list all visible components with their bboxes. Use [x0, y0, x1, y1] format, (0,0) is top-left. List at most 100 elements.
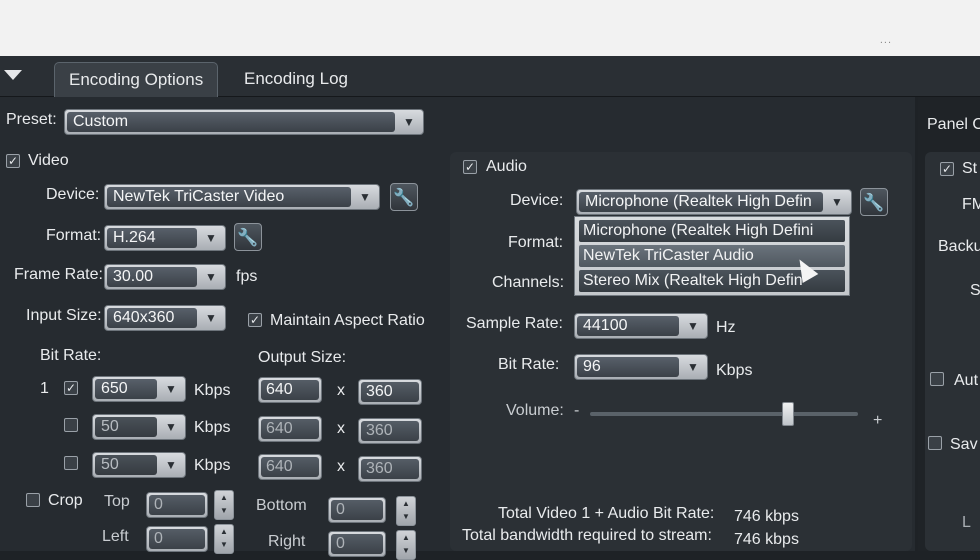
crop-right-label: Right [268, 533, 306, 550]
crop-bottom-value: 0 [331, 500, 383, 520]
volume-minus: - [574, 402, 580, 419]
bitrate-select[interactable]: 50 ▼ [92, 414, 186, 440]
audio-device-select[interactable]: Microphone (Realtek High Defin ▼ [576, 189, 852, 215]
audio-bit-rate-label: Bit Rate: [498, 356, 560, 373]
input-size-label: Input Size: [26, 307, 102, 324]
collapse-arrow-icon[interactable] [4, 70, 22, 80]
chevron-down-icon: ▼ [205, 311, 217, 325]
chevron-down-icon: ▼ [359, 190, 371, 204]
sample-rate-select[interactable]: 44100 ▼ [574, 313, 708, 339]
audio-device-config-button[interactable]: 🔧 [860, 188, 888, 216]
output-width-field[interactable]: 640 [258, 454, 322, 480]
bitrate-row-checkbox[interactable] [64, 418, 78, 432]
video-device-select[interactable]: NewTek TriCaster Video ▼ [104, 184, 380, 210]
volume-label: Volume: [506, 402, 564, 419]
chevron-down-icon: ▼ [687, 360, 699, 374]
maintain-aspect-checkbox[interactable]: ✓ [248, 313, 262, 327]
size-separator: x [337, 458, 345, 475]
auto-checkbox[interactable] [930, 372, 944, 386]
right-item-auto: Aut [954, 372, 979, 389]
crop-left-field[interactable]: 0 [146, 526, 208, 552]
crop-left-value: 0 [149, 529, 205, 549]
crop-right-field[interactable]: 0 [328, 531, 386, 557]
chevron-down-icon: ▼ [403, 115, 415, 129]
volume-slider-track[interactable] [590, 412, 858, 416]
crop-left-label: Left [102, 528, 129, 545]
stream-checkbox[interactable]: ✓ [940, 162, 954, 176]
bitrate-value: 650 [95, 379, 157, 399]
preset-select[interactable]: Custom ▼ [64, 109, 424, 135]
bitrate-unit: Kbps [194, 382, 231, 399]
frame-rate-select[interactable]: 30.00 ▼ [104, 264, 226, 290]
crop-top-field[interactable]: 0 [146, 492, 208, 518]
preset-value: Custom [67, 112, 395, 132]
video-format-label: Format: [46, 227, 102, 244]
sample-rate-unit: Hz [716, 319, 736, 336]
bitrate-row-checkbox[interactable]: ✓ [64, 381, 78, 395]
bitrate-select[interactable]: 650 ▼ [92, 376, 186, 402]
video-checkbox[interactable]: ✓ [6, 154, 20, 168]
output-height-field[interactable]: 360 [358, 456, 422, 482]
crop-right-stepper[interactable]: ▲ ▼ [396, 530, 416, 560]
right-item-fm: FM [962, 196, 980, 213]
output-width-value: 640 [261, 380, 319, 400]
total-bitrate-value: 746 kbps [734, 508, 799, 525]
wrench-icon: 🔧 [863, 193, 885, 212]
video-format-config-button[interactable]: 🔧 [234, 223, 262, 251]
bitrate-unit: Kbps [194, 457, 231, 474]
audio-device-label: Device: [510, 192, 564, 209]
dropdown-option[interactable]: Microphone (Realtek High Defini [579, 220, 845, 242]
chevron-down-icon: ▼ [165, 382, 177, 396]
total-bandwidth-label: Total bandwidth required to stream: [462, 527, 712, 544]
save-checkbox[interactable] [928, 436, 942, 450]
audio-device-value: Microphone (Realtek High Defin [579, 192, 823, 212]
window-dots: ... [879, 34, 892, 46]
chevron-down-icon: ▼ [165, 420, 177, 434]
tab-encoding-options[interactable]: Encoding Options [54, 62, 219, 97]
audio-bit-rate-select[interactable]: 96 ▼ [574, 354, 708, 380]
right-item-save: Sav [950, 436, 978, 453]
crop-top-value: 0 [149, 495, 205, 515]
chevron-down-icon: ▼ [687, 319, 699, 333]
output-height-value: 360 [361, 382, 419, 402]
audio-bit-rate-unit: Kbps [716, 362, 753, 379]
crop-bottom-label: Bottom [256, 497, 307, 514]
wrench-icon: 🔧 [393, 188, 415, 207]
crop-right-value: 0 [331, 534, 383, 554]
right-item-st: St [962, 160, 978, 177]
output-size-header: Output Size: [258, 349, 347, 366]
output-height-field[interactable]: 360 [358, 418, 422, 444]
right-item-l: L [962, 514, 971, 531]
input-size-select[interactable]: 640x360 ▼ [104, 305, 226, 331]
crop-left-stepper[interactable]: ▲ ▼ [214, 524, 234, 554]
output-width-value: 640 [261, 419, 319, 439]
chevron-down-icon: ▼ [205, 231, 217, 245]
crop-checkbox[interactable] [26, 493, 40, 507]
volume-slider-thumb[interactable] [782, 402, 795, 426]
output-width-value: 640 [261, 457, 319, 477]
crop-label: Crop [48, 492, 83, 509]
bitrate-row-checkbox[interactable] [64, 456, 78, 470]
audio-format-label: Format: [508, 234, 564, 251]
crop-bottom-field[interactable]: 0 [328, 497, 386, 523]
output-height-field[interactable]: 360 [358, 379, 422, 405]
audio-checkbox[interactable]: ✓ [463, 160, 477, 174]
volume-plus: + [873, 412, 883, 429]
audio-device-dropdown: Microphone (Realtek High Defini NewTek T… [574, 216, 850, 296]
tab-encoding-log[interactable]: Encoding Log [230, 62, 362, 96]
audio-section-label: Audio [486, 158, 527, 175]
video-device-config-button[interactable]: 🔧 [390, 183, 418, 211]
audio-bit-rate-value: 96 [577, 357, 679, 377]
preset-label: Preset: [6, 111, 57, 128]
output-width-field[interactable]: 640 [258, 416, 322, 442]
sample-rate-label: Sample Rate: [466, 315, 563, 332]
output-height-value: 360 [361, 459, 419, 479]
bitrate-select[interactable]: 50 ▼ [92, 452, 186, 478]
video-device-label: Device: [46, 186, 100, 203]
frame-rate-value: 30.00 [107, 267, 197, 287]
output-width-field[interactable]: 640 [258, 377, 322, 403]
crop-bottom-stepper[interactable]: ▲ ▼ [396, 496, 416, 526]
video-format-select[interactable]: H.264 ▼ [104, 225, 226, 251]
crop-top-stepper[interactable]: ▲ ▼ [214, 490, 234, 520]
chevron-down-icon: ▼ [831, 195, 843, 209]
